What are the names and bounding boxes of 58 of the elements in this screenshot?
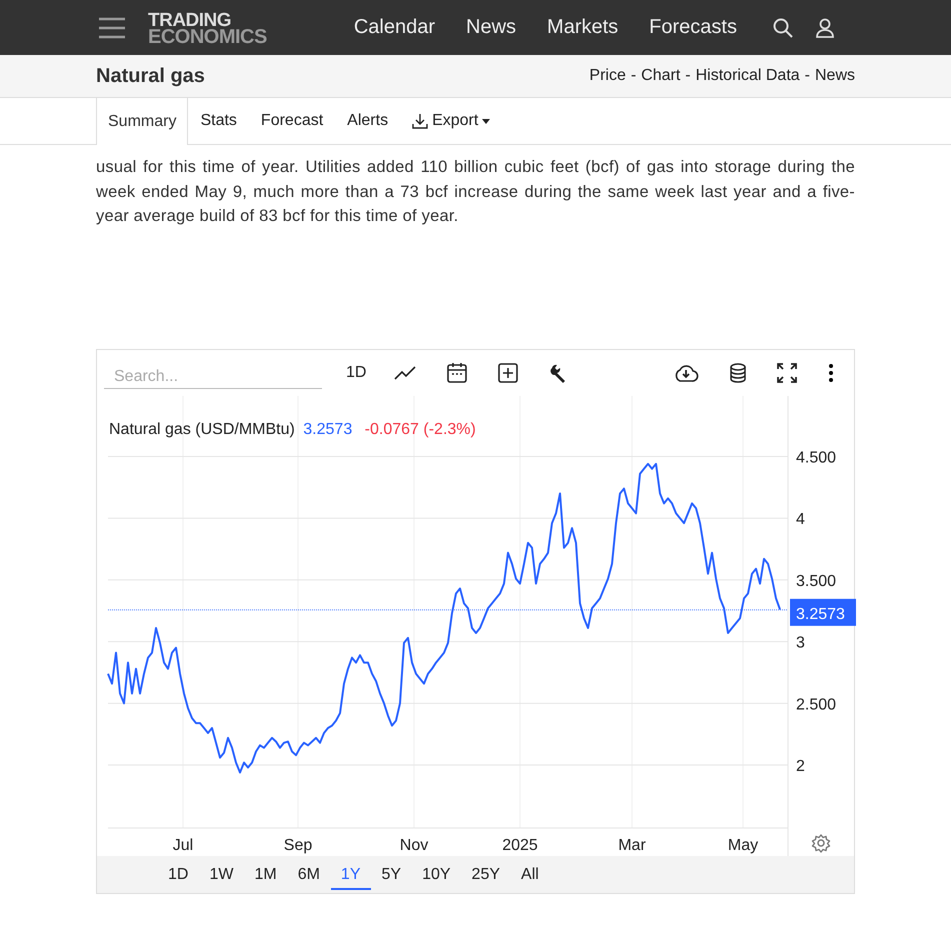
section-link[interactable]: News bbox=[814, 67, 855, 85]
range-button[interactable]: 1D bbox=[158, 858, 198, 890]
section-link[interactable]: Chart bbox=[641, 67, 680, 85]
more-icon[interactable] bbox=[828, 364, 834, 382]
section-link[interactable]: Price bbox=[589, 67, 626, 85]
nav-link[interactable]: Calendar bbox=[354, 16, 436, 39]
section-link[interactable]: Historical Data bbox=[696, 67, 800, 85]
search-icon[interactable] bbox=[772, 18, 793, 38]
logo[interactable]: TRADING ECONOMICS bbox=[148, 12, 267, 46]
database-icon[interactable] bbox=[730, 362, 746, 382]
tab[interactable]: Export bbox=[400, 98, 502, 144]
download-icon bbox=[412, 113, 428, 129]
y-axis-label: 3.500 bbox=[796, 572, 836, 590]
y-axis-label: 2.500 bbox=[796, 696, 836, 713]
legend-label: Natural gas (USD/MMBtu) bbox=[109, 420, 295, 438]
y-axis-label: 4 bbox=[796, 510, 805, 528]
range-button[interactable]: 25Y bbox=[462, 858, 510, 890]
tab[interactable]: Forecast bbox=[248, 98, 336, 144]
nav-link[interactable]: Markets bbox=[547, 16, 618, 39]
x-axis-label: 2025 bbox=[502, 836, 538, 854]
tab[interactable]: Stats bbox=[188, 98, 249, 144]
fullscreen-icon[interactable] bbox=[777, 362, 797, 382]
article-paragraph: usual for this time of year. Utilities added 110 billion cubic feet (bcf) of gas into storage during the week ended May 9, much more than a 73 bcf increase during the same week last year and a five-year average build of 83 bcf for this time of year. bbox=[96, 157, 855, 227]
range-button[interactable]: 10Y bbox=[412, 858, 461, 890]
range-button[interactable]: 1W bbox=[199, 858, 244, 890]
range-button[interactable]: 6M bbox=[288, 858, 330, 890]
x-axis-label: Jul bbox=[172, 836, 194, 854]
x-axis-label: Mar bbox=[618, 836, 646, 854]
x-axis-label: May bbox=[728, 836, 758, 854]
separator: - bbox=[685, 67, 691, 85]
user-icon[interactable] bbox=[816, 18, 834, 38]
range-button[interactable]: All bbox=[511, 858, 549, 890]
line-chart-icon[interactable] bbox=[394, 366, 416, 380]
range-button[interactable]: 5Y bbox=[372, 858, 412, 890]
separator: - bbox=[804, 67, 810, 85]
legend-price: 3.2573 bbox=[303, 420, 352, 438]
tab[interactable]: Alerts bbox=[335, 98, 400, 144]
legend-change: -0.0767 (-2.3%) bbox=[364, 420, 476, 438]
interval-button[interactable]: 1D bbox=[346, 364, 366, 382]
tab[interactable]: Summary bbox=[96, 98, 188, 145]
cloud-download-icon[interactable] bbox=[673, 364, 699, 382]
separator: - bbox=[630, 67, 636, 85]
nav-link[interactable]: News bbox=[466, 16, 516, 39]
calendar-icon[interactable] bbox=[447, 362, 468, 383]
page-title: Natural gas bbox=[96, 64, 205, 88]
y-axis-label: 4.500 bbox=[796, 448, 836, 466]
y-axis-label: 3 bbox=[796, 634, 805, 652]
x-axis-label: Nov bbox=[400, 836, 428, 854]
nav-link[interactable]: Forecasts bbox=[649, 16, 737, 39]
range-button[interactable]: 1M bbox=[244, 858, 287, 890]
caret-icon bbox=[482, 118, 490, 124]
x-axis-label: Sep bbox=[284, 836, 312, 854]
menu-icon[interactable] bbox=[98, 16, 126, 38]
price-tag: 3.2573 bbox=[790, 598, 856, 626]
range-button[interactable]: 1Y bbox=[330, 858, 370, 890]
add-icon[interactable] bbox=[498, 362, 518, 382]
settings-icon[interactable] bbox=[812, 834, 830, 852]
y-axis-label: 2 bbox=[796, 758, 805, 775]
